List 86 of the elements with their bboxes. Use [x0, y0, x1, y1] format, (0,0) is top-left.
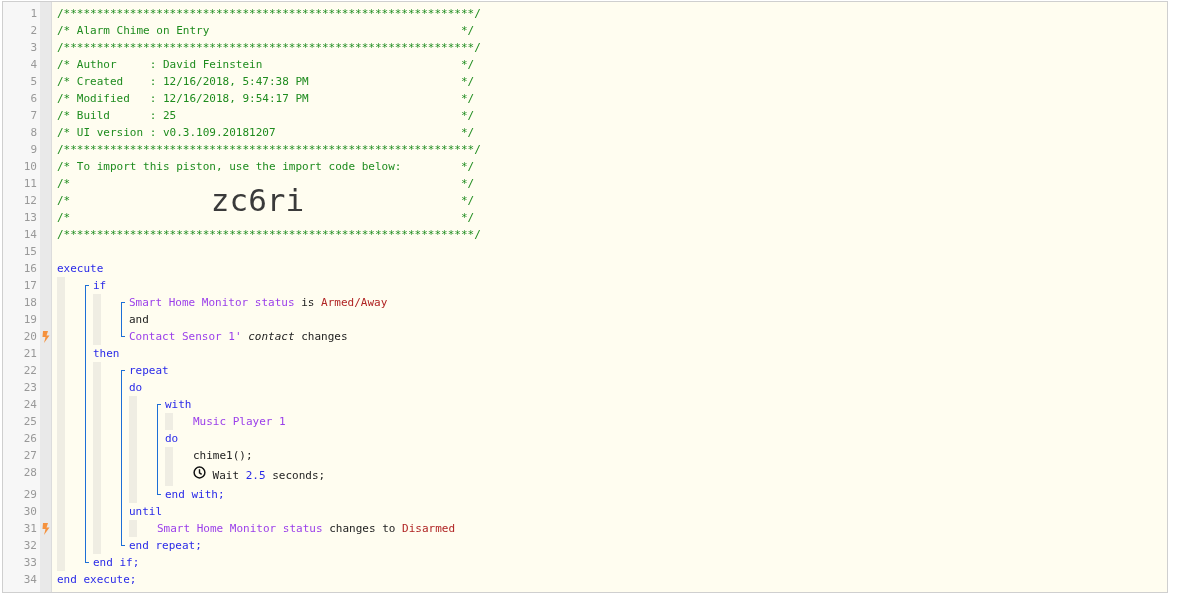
keyword: if — [93, 279, 107, 292]
line-number: 5 — [29, 74, 38, 90]
comment-text: */ — [460, 75, 475, 88]
line-number: 27 — [22, 448, 38, 464]
comment-text: /**************************************************************/ — [57, 143, 481, 156]
comment-text: /* — [57, 211, 71, 224]
line-number: 33 — [22, 555, 38, 571]
line-number: 26 — [22, 431, 38, 447]
keyword: do — [165, 432, 179, 445]
clock-icon — [193, 465, 206, 479]
code-text: Wait — [212, 468, 240, 482]
device-name: Smart Home Monitor status — [157, 522, 323, 535]
line-number: 20 — [22, 329, 38, 345]
line-number: 3 — [29, 40, 38, 56]
line-number: 10 — [22, 159, 38, 175]
comment-text: /* UI version : v0.3.109.20181207 — [57, 126, 276, 139]
comment-text: /* — [57, 177, 71, 190]
comment-text: /* To import this piston, use the import code below: — [57, 160, 402, 173]
line-number: 16 — [22, 261, 38, 277]
value-text: Armed/Away — [321, 296, 388, 309]
device-name: Contact Sensor 1' — [129, 330, 242, 343]
comment-text: /* — [57, 194, 71, 207]
line-number: 23 — [22, 380, 38, 396]
comment-text: /**************************************************************/ — [57, 7, 481, 20]
line-number: 19 — [22, 312, 38, 328]
line-number: 11 — [22, 176, 38, 192]
line-number: 21 — [22, 346, 38, 362]
device-name: Music Player 1 — [193, 415, 286, 428]
code-text: chime1(); — [193, 449, 253, 462]
line-number: 12 — [22, 193, 38, 209]
line-number: 2 — [29, 23, 38, 39]
line-number: 28 — [22, 465, 38, 481]
line-number: 9 — [29, 142, 38, 158]
code-text: changes to — [329, 522, 396, 535]
comment-text: /* Created : 12/16/2018, 5:47:38 PM — [57, 75, 309, 88]
code-text: seconds; — [272, 468, 326, 482]
line-number: 15 — [22, 244, 38, 260]
comment-text: /**************************************************************/ — [57, 41, 481, 54]
comment-text: /* Modified : 12/16/2018, 9:54:17 PM — [57, 92, 309, 105]
line-number: 34 — [22, 572, 38, 588]
comment-text: /* Author : David Feinstein — [57, 58, 263, 71]
comment-text: /**************************************************************/ — [57, 228, 481, 241]
keyword: execute — [57, 262, 104, 275]
number-value: 2.5 — [245, 468, 266, 482]
comment-text: /* Build : 25 — [57, 109, 177, 122]
comment-text: */ — [460, 24, 475, 37]
code-text: is — [301, 296, 315, 309]
line-number: 14 — [22, 227, 38, 243]
line-number: 30 — [22, 504, 38, 520]
keyword: with — [165, 398, 192, 411]
comment-text: */ — [460, 177, 475, 190]
line-number: 13 — [22, 210, 38, 226]
line-number: 22 — [22, 363, 38, 379]
keyword: end repeat; — [129, 539, 202, 552]
line-number: 17 — [22, 278, 38, 294]
comment-text: */ — [460, 58, 475, 71]
comment-text: */ — [460, 92, 475, 105]
code-text: changes — [301, 330, 348, 343]
value-text: Disarmed — [402, 522, 455, 535]
keyword: repeat — [129, 364, 169, 377]
line-number: 1 — [29, 6, 38, 22]
comment-text: */ — [460, 160, 475, 173]
comment-text: /* Alarm Chime on Entry — [57, 24, 210, 37]
comment-text: */ — [460, 194, 475, 207]
line-number: 6 — [29, 91, 38, 107]
line-number: 25 — [22, 414, 38, 430]
line-number: 4 — [29, 57, 38, 73]
comment-text: */ — [460, 211, 475, 224]
line-number: 7 — [29, 108, 38, 124]
keyword: then — [93, 347, 120, 360]
line-number: 8 — [29, 125, 38, 141]
comment-text: */ — [460, 126, 475, 139]
line-number: 29 — [22, 487, 38, 503]
keyword: end with; — [165, 488, 225, 501]
device-name: Smart Home Monitor status — [129, 296, 295, 309]
line-number: 18 — [22, 295, 38, 311]
keyword: do — [129, 381, 143, 394]
keyword: end if; — [93, 556, 140, 569]
line-number: 24 — [22, 397, 38, 413]
attribute-name: contact — [248, 330, 295, 343]
comment-text: */ — [460, 109, 475, 122]
line-number: 31 — [22, 521, 38, 537]
line-number: 32 — [22, 538, 38, 554]
keyword: end execute; — [57, 573, 137, 586]
code-text: and — [129, 313, 149, 326]
keyword: until — [129, 505, 163, 518]
